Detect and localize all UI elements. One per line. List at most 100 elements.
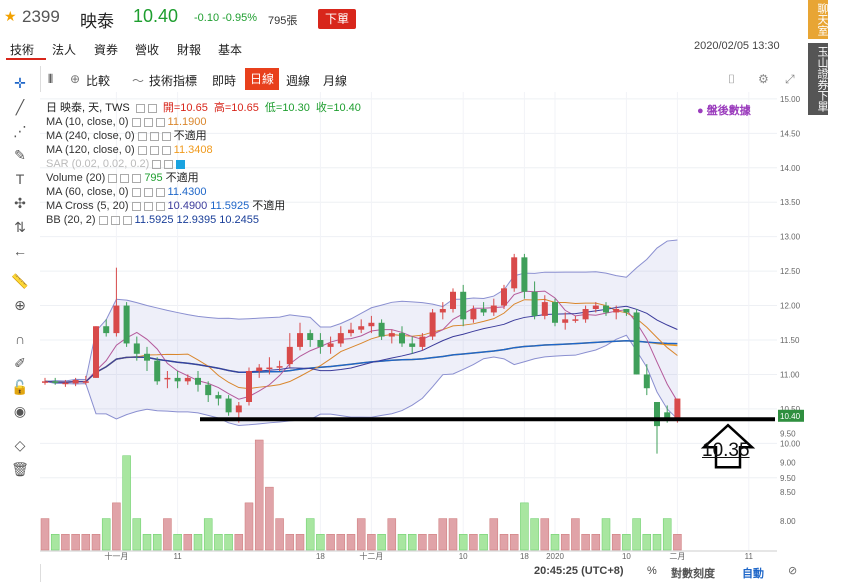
broker-order-tab[interactable]: 玉山證券下單 xyxy=(808,43,828,115)
order-button[interactable]: 下單 xyxy=(318,9,356,29)
crosshair-icon[interactable]: ✛ xyxy=(11,74,29,92)
indicators-button[interactable]: 技術指標 xyxy=(149,72,197,89)
y-tick-label: 11.00 xyxy=(780,370,800,379)
legend-bb[interactable]: BB (20, 2) 11.5925 12.9395 10.2455 xyxy=(46,213,364,227)
legend-ma60[interactable]: MA (60, close, 0) 11.4300 xyxy=(46,185,364,199)
candle-body xyxy=(552,302,558,323)
chatroom-tab[interactable]: 聊天室 xyxy=(808,0,828,39)
status-time: 20:45:25 (UTC+8) xyxy=(534,565,624,577)
x-tick-label: 二月 xyxy=(669,552,685,561)
candle-type-icon[interactable]: ⫴ xyxy=(48,72,53,87)
compare-button[interactable]: 比較 xyxy=(86,72,110,89)
candle-body xyxy=(225,398,232,413)
tab-technical[interactable]: 技術 xyxy=(10,41,34,58)
y-tick-label: 14.00 xyxy=(780,164,801,173)
candle-body xyxy=(603,305,609,313)
forecast-icon[interactable]: ⇅ xyxy=(11,218,29,236)
candle-body xyxy=(439,309,446,313)
compare-icon[interactable]: ⊕ xyxy=(70,72,80,86)
legend-ma120[interactable]: MA (120, close, 0) 11.3408 xyxy=(46,143,364,157)
candle-body xyxy=(450,291,456,309)
volume-bar xyxy=(356,518,366,551)
lock-icon[interactable]: 🔓 xyxy=(11,378,29,396)
trash-icon[interactable]: 🗑 xyxy=(11,460,29,478)
legend-open: 開=10.65 xyxy=(162,102,208,114)
tab-institutional[interactable]: 法人 xyxy=(52,41,76,58)
chart-toolbar: ⫴ ⊕ 比較 〜 技術指標 即時 日線 週線 月線 ⌷ ⚙ ⤢ xyxy=(40,66,805,93)
legend-volume[interactable]: Volume (20) 795 不適用 xyxy=(46,171,364,185)
candle-body xyxy=(266,367,273,370)
candle-body xyxy=(470,309,477,320)
favorite-star-icon[interactable]: ★ xyxy=(4,8,17,25)
back-arrow-icon[interactable]: ← xyxy=(11,242,29,260)
volume-bar xyxy=(142,534,152,551)
tab-basic[interactable]: 基本 xyxy=(218,41,242,58)
y-tick-label: 14.50 xyxy=(780,129,801,138)
candle-body xyxy=(409,343,416,347)
volume-bar xyxy=(673,534,682,551)
volume-bar xyxy=(50,534,60,551)
realtime-button[interactable]: 即時 xyxy=(212,72,236,89)
fullscreen-icon[interactable]: ⤢ xyxy=(785,72,795,87)
legend-ma10[interactable]: MA (10, close, 0) 11.1900 xyxy=(46,115,364,129)
ruler-icon[interactable]: 📏 xyxy=(11,272,29,290)
legend-sar[interactable]: SAR (0.02, 0.02, 0.2) xyxy=(46,157,364,171)
volume-bar xyxy=(326,534,335,551)
zoom-in-icon[interactable]: ⊕ xyxy=(11,296,29,314)
volume-bar xyxy=(509,534,519,551)
tab-revenue[interactable]: 營收 xyxy=(135,41,159,58)
daily-button[interactable]: 日線 xyxy=(245,68,279,90)
volume-bar xyxy=(571,518,580,551)
volume-bar xyxy=(581,534,590,551)
lock-drawing-icon[interactable]: ✐ xyxy=(11,354,29,372)
candle-body xyxy=(674,398,681,420)
candle-body xyxy=(399,333,405,344)
volume-bar xyxy=(132,518,142,551)
scroll-right-icon[interactable]: ⊘ xyxy=(788,564,797,577)
legend-ma-cross[interactable]: MA Cross (5, 20) 10.4900 11.5925 不適用 xyxy=(46,199,364,213)
volume-bar xyxy=(530,518,539,551)
indicator-icon[interactable]: 〜 xyxy=(132,72,144,89)
candle-body xyxy=(195,377,201,385)
volume-bar xyxy=(489,518,499,551)
volume-bar xyxy=(458,534,468,551)
legend-main: 日 映泰, 天, TWS 開=10.65 高=10.65 低=10.30 收=1… xyxy=(46,101,364,115)
trend-line-icon[interactable]: ╱ xyxy=(11,98,29,116)
percent-toggle[interactable]: % xyxy=(647,565,657,577)
candle-body xyxy=(184,377,191,382)
layers-icon[interactable]: ◇ xyxy=(11,436,29,454)
tab-margin[interactable]: 資券 xyxy=(94,41,118,58)
magnet-icon[interactable]: ∩ xyxy=(11,330,29,348)
x-tick-label: 2020 xyxy=(546,552,564,561)
candle-body xyxy=(133,343,140,354)
monthly-button[interactable]: 月線 xyxy=(323,72,347,89)
legend-ma240[interactable]: MA (240, close, 0) 不適用 xyxy=(46,129,364,143)
eye-icon[interactable]: ◉ xyxy=(11,402,29,420)
weekly-button[interactable]: 週線 xyxy=(286,72,310,89)
volume-bar xyxy=(183,534,193,551)
text-tool-icon[interactable]: T xyxy=(11,170,29,188)
settings-icon[interactable]: ⚙ xyxy=(758,72,769,86)
volume-bar xyxy=(305,518,315,551)
candle-body xyxy=(654,402,660,427)
candle-body xyxy=(358,326,365,330)
last-price-tag-label: 10.40 xyxy=(780,412,801,421)
log-scale-toggle[interactable]: 對數刻度 xyxy=(671,565,715,581)
candle-body xyxy=(541,302,548,316)
brush-icon[interactable]: ✎ xyxy=(11,146,29,164)
active-tab-indicator xyxy=(6,58,46,60)
volume-bar xyxy=(295,534,305,551)
y-tick-label: 11.50 xyxy=(780,336,800,345)
auto-scale-toggle[interactable]: 自動 xyxy=(742,565,764,581)
candle-body xyxy=(613,309,620,313)
pattern-icon[interactable]: ✣ xyxy=(11,194,29,212)
legend-main-label: 日 映泰, 天, TWS xyxy=(46,102,130,114)
camera-icon[interactable]: ⌷ xyxy=(728,72,735,87)
volume-bar xyxy=(244,502,254,551)
fib-tool-icon[interactable]: ⋰ xyxy=(11,122,29,140)
candle-body xyxy=(480,309,487,313)
tab-financials[interactable]: 財報 xyxy=(177,41,201,58)
candle-body xyxy=(327,343,334,347)
candle-body xyxy=(623,309,630,313)
volume-bar xyxy=(122,455,131,551)
